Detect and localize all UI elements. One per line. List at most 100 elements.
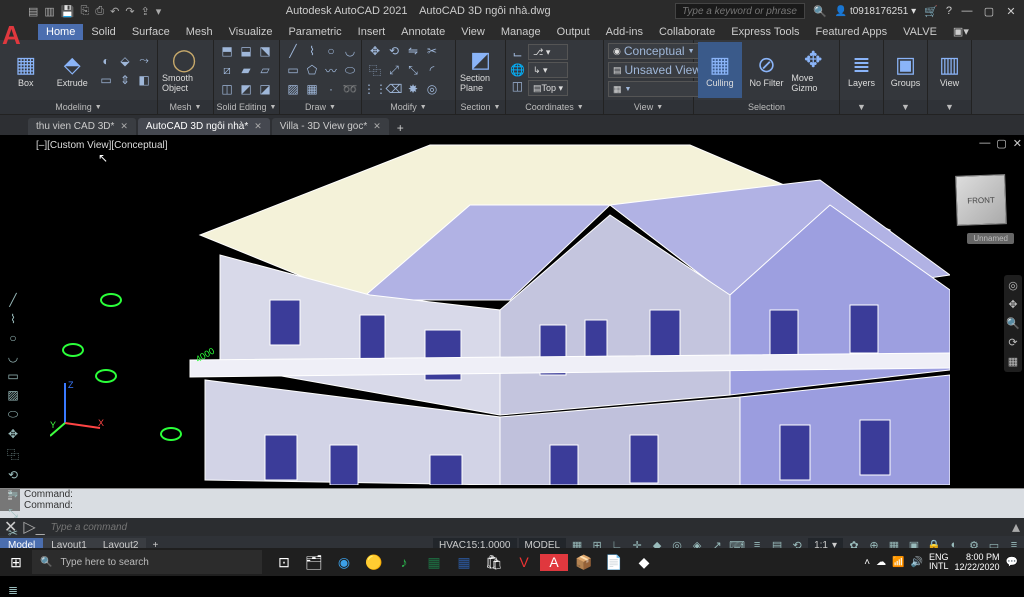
autocad-taskbar-icon[interactable]: A	[540, 554, 568, 571]
cmd-recent-icon[interactable]: ▴	[1012, 517, 1020, 537]
tab-view[interactable]: View	[453, 24, 493, 40]
ucs-world-icon[interactable]: 🌐	[510, 63, 525, 77]
hatch-icon[interactable]: ▨	[284, 80, 302, 98]
winrar-icon[interactable]: 📦	[570, 554, 598, 571]
tab-valve[interactable]: VALVE	[895, 24, 945, 40]
pan-icon[interactable]: ✥	[1004, 298, 1022, 311]
qat-save-icon[interactable]: 💾	[61, 5, 75, 18]
chrome-icon[interactable]: 🟡	[360, 554, 388, 571]
doc-tab[interactable]: Villa - 3D View goc*✕	[272, 118, 389, 135]
polygon-icon[interactable]: ⬠	[303, 61, 321, 79]
culling-button[interactable]: ▦Culling	[698, 42, 742, 98]
qat-plot-icon[interactable]: ⎙	[95, 5, 104, 18]
sweep-icon[interactable]: ⤳	[135, 52, 153, 70]
explorer-icon[interactable]: 🗂	[300, 554, 328, 571]
point-icon[interactable]: ·	[322, 80, 340, 98]
tab-mesh[interactable]: Mesh	[178, 24, 221, 40]
viewport-min-icon[interactable]: —	[979, 137, 990, 150]
ribbon-expander-icon[interactable]: ▣▾	[945, 23, 977, 40]
loft-icon[interactable]: ⬙	[116, 52, 134, 70]
viewport-max-icon[interactable]: ▢	[996, 137, 1006, 150]
section-plane-button[interactable]: ◩Section Plane	[460, 42, 501, 98]
nav-layer-icon[interactable]: ≣	[4, 583, 22, 597]
ucs-top-button[interactable]: ▤Top ▾	[528, 80, 568, 96]
doc-tab[interactable]: thu vien CAD 3D*✕	[28, 118, 136, 135]
autocad-logo-icon[interactable]: A	[2, 20, 21, 51]
control-marker[interactable]	[100, 293, 122, 307]
presspull-icon[interactable]: ⇕	[116, 71, 134, 89]
tab-collaborate[interactable]: Collaborate	[651, 24, 723, 40]
close-tab-icon[interactable]: ✕	[120, 121, 128, 132]
tab-output[interactable]: Output	[549, 24, 598, 40]
minimize-button[interactable]: —	[960, 5, 974, 17]
close-tab-icon[interactable]: ✕	[373, 121, 381, 132]
nav-circle-icon[interactable]: ○	[4, 331, 22, 345]
helix-icon[interactable]: ➿	[341, 80, 359, 98]
maximize-button[interactable]: ▢	[982, 5, 996, 18]
tab-addins[interactable]: Add-ins	[598, 24, 651, 40]
nav-rect-icon[interactable]: ▭	[4, 369, 22, 383]
array-icon[interactable]: ⋮⋮	[366, 80, 384, 98]
qat-new-icon[interactable]: ▤	[28, 5, 38, 18]
coccoc-icon[interactable]: ♪	[390, 554, 418, 571]
qat-saveas-icon[interactable]: ⎘	[81, 5, 90, 18]
intersect-icon[interactable]: ⬔	[256, 42, 274, 60]
trim-icon[interactable]: ✂	[423, 42, 441, 60]
nav-arc-icon[interactable]: ◡	[4, 350, 22, 364]
search-icon[interactable]: 🔍	[813, 5, 827, 18]
imprint-icon[interactable]: ▱	[256, 61, 274, 79]
ucs-face-icon[interactable]: ◫	[510, 79, 525, 93]
wifi-icon[interactable]: 📶	[892, 557, 904, 568]
subtract-icon[interactable]: ⬓	[237, 42, 255, 60]
windows-search[interactable]: 🔍 Type here to search	[32, 550, 262, 574]
union-icon[interactable]: ⬒	[218, 42, 236, 60]
word-icon[interactable]: ▦	[450, 554, 478, 571]
unikey-icon[interactable]: V	[510, 554, 538, 571]
viewport-close-icon[interactable]: ✕	[1013, 137, 1022, 150]
tab-manage[interactable]: Manage	[493, 24, 549, 40]
offset-icon[interactable]: ◩	[237, 80, 255, 98]
edge-icon[interactable]: ◉	[330, 554, 358, 571]
taskview-icon[interactable]: ⊡	[270, 554, 298, 571]
tab-solid[interactable]: Solid	[83, 24, 123, 40]
no-filter-button[interactable]: ⊘No Filter	[745, 42, 789, 98]
nav-mirror-icon[interactable]: ⇋	[4, 487, 22, 501]
tab-annotate[interactable]: Annotate	[393, 24, 453, 40]
arc-icon[interactable]: ◡	[341, 42, 359, 60]
close-tab-icon[interactable]: ✕	[254, 121, 262, 132]
rect-icon[interactable]: ▭	[284, 61, 302, 79]
user-account[interactable]: 👤 t0918176251 ▾	[835, 6, 916, 17]
notepad-icon[interactable]: 📄	[600, 554, 628, 571]
mirror-icon[interactable]: ⇋	[404, 42, 422, 60]
showmotion-icon[interactable]: ▦	[1004, 355, 1022, 368]
doc-tab[interactable]: AutoCAD 3D ngôi nhà*✕	[138, 118, 270, 135]
tray-expand-icon[interactable]: ˄	[864, 557, 870, 568]
help-icon[interactable]: ?	[946, 5, 952, 17]
nav-move-icon[interactable]: ✥	[4, 427, 22, 441]
extract-icon[interactable]: ◫	[218, 80, 236, 98]
drawing-canvas[interactable]: [–][Custom View][Conceptual] ↖ — ▢ ✕ FRO…	[0, 135, 1024, 488]
nav-copy-icon[interactable]: ⿻	[4, 446, 22, 463]
ucs-named-button[interactable]: ⎇ ▾	[528, 44, 568, 60]
move-icon[interactable]: ✥	[366, 42, 384, 60]
notifications-icon[interactable]: 💬	[1006, 557, 1018, 568]
region-icon[interactable]: ▦	[303, 80, 321, 98]
tab-express[interactable]: Express Tools	[723, 24, 807, 40]
extrude-button[interactable]: ⬘Extrude	[51, 42, 95, 98]
stretch-icon[interactable]: ⤢	[385, 61, 403, 79]
orbit-icon[interactable]: ⟳	[1004, 336, 1022, 349]
viewcube-ucs-label[interactable]: Unnamed	[967, 233, 1014, 244]
nav-hatch-icon[interactable]: ▨	[4, 388, 22, 402]
viewcube[interactable]: FRONT	[955, 174, 1007, 226]
circle-icon[interactable]: ○	[322, 42, 340, 60]
spline-icon[interactable]: 〰	[322, 61, 340, 79]
layers-button[interactable]: ≣Layers	[844, 42, 879, 98]
thicken-icon[interactable]: ▰	[237, 61, 255, 79]
app-icon[interactable]: ◆	[630, 554, 658, 571]
volume-icon[interactable]: 🔊	[911, 557, 923, 568]
tab-insert[interactable]: Insert	[350, 24, 394, 40]
autodesk-app-icon[interactable]: 🛒	[924, 5, 938, 18]
erase-icon[interactable]: ⌫	[385, 80, 403, 98]
view-button[interactable]: ▥View	[932, 42, 967, 98]
solid-hist-icon[interactable]: ◧	[135, 71, 153, 89]
